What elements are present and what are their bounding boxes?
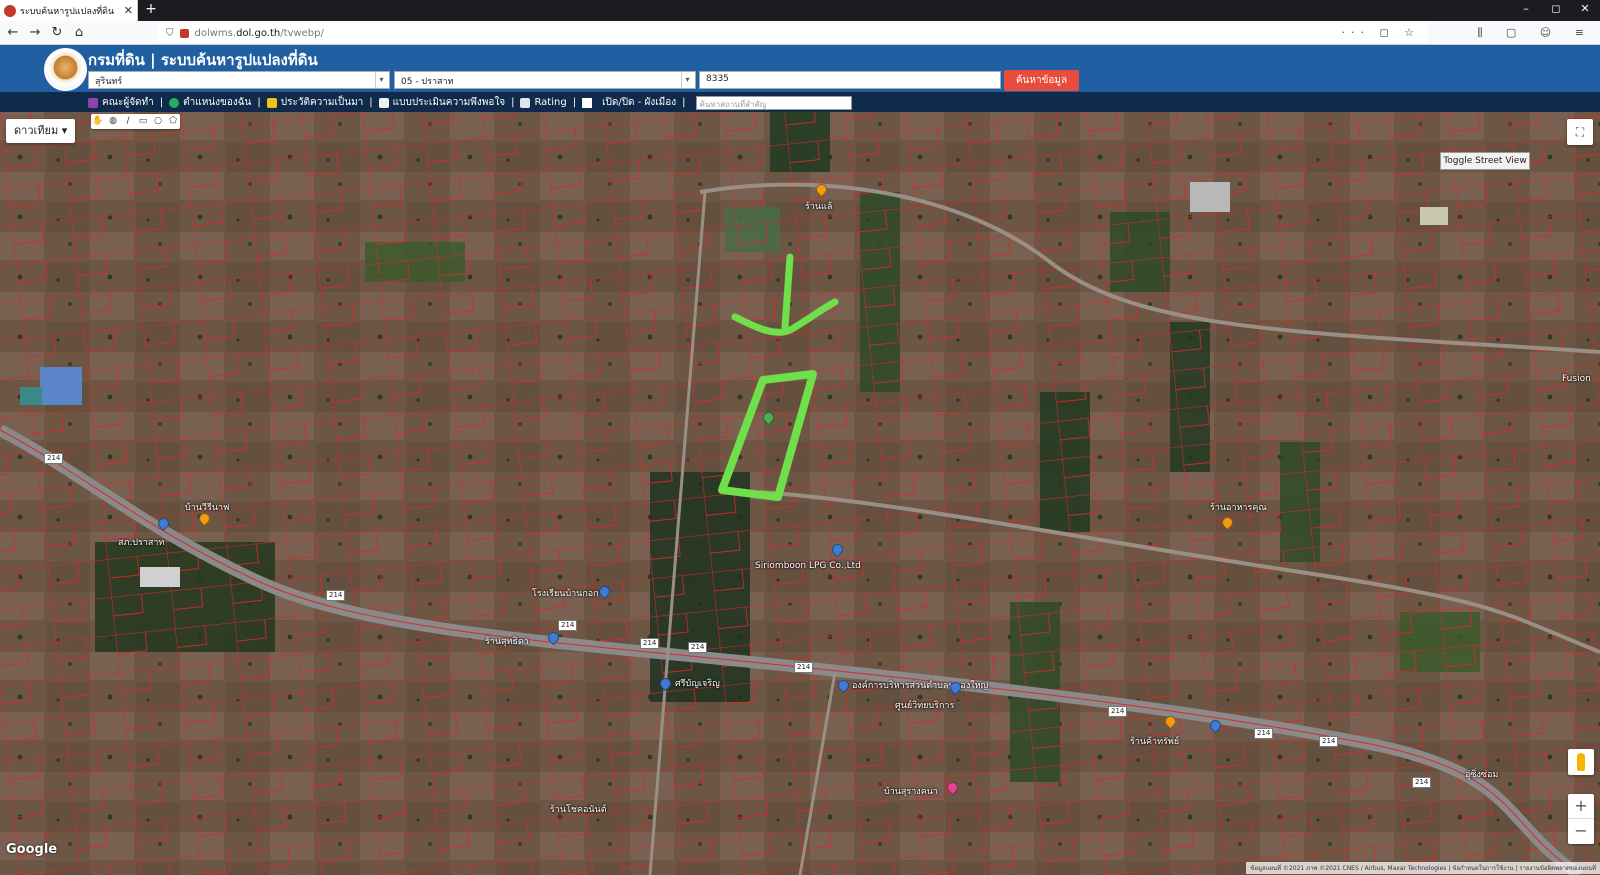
close-window-button[interactable]: ✕ bbox=[1570, 2, 1600, 15]
road-label: 214 bbox=[1412, 777, 1432, 788]
back-arrow-icon[interactable]: ← bbox=[4, 24, 22, 42]
poi-label[interactable]: ร้านอาหารคุณ bbox=[1210, 500, 1267, 514]
address-bar[interactable]: ⛉ dolwms.dol.go.th/tvwebp/ ··· ◻ ☆ bbox=[158, 23, 1428, 43]
poi-label[interactable]: โรงเรียนบ้านกอก bbox=[532, 586, 599, 600]
zoom-in-button[interactable]: + bbox=[1568, 794, 1594, 819]
circle-icon[interactable]: ○ bbox=[151, 114, 165, 129]
form-icon bbox=[378, 97, 389, 108]
reload-icon[interactable]: ↻ bbox=[48, 24, 66, 42]
zoom-out-button[interactable]: − bbox=[1568, 819, 1594, 844]
maximize-button[interactable]: ◻ bbox=[1541, 2, 1571, 15]
menu-item-rating[interactable]: Rating bbox=[520, 97, 567, 108]
polygon-icon[interactable]: ⬠ bbox=[166, 114, 180, 129]
district-select[interactable]: 05 - ปราสาท ▾ bbox=[394, 71, 696, 89]
site-title: กรมที่ดิน | ระบบค้นหารูปแปลงที่ดิน bbox=[88, 51, 318, 69]
insecure-lock-icon[interactable] bbox=[179, 28, 189, 38]
close-tab-icon[interactable]: ✕ bbox=[124, 4, 133, 17]
place-search-input[interactable]: ค้นหาสถานที่สำคัญ bbox=[695, 95, 852, 110]
browser-nav-bar: ← → ↻ ⌂ ⛉ dolwms.dol.go.th/tvwebp/ ··· ◻… bbox=[0, 21, 1600, 45]
road-label: 214 bbox=[640, 638, 660, 649]
map-attribution[interactable]: ข้อมูลแผนที่ ©2021 ภาพ ©2021 CNES / Airb… bbox=[1246, 862, 1600, 874]
satellite-map[interactable]: ดาวเทียม ▾ ✋ ◍ ∕ ▭ ○ ⬠ ⛶ Toggle Street V… bbox=[0, 112, 1600, 875]
site-favicon-icon bbox=[4, 4, 16, 17]
minimize-button[interactable]: – bbox=[1511, 2, 1541, 15]
menu-item-credits[interactable]: คณะผู้จัดทำ bbox=[88, 95, 154, 110]
url-text: dolwms.dol.go.th/tvwebp/ bbox=[194, 27, 324, 39]
road-label: 214 bbox=[558, 620, 578, 631]
tab-title: ระบบค้นหารูปแปลงที่ดิน bbox=[20, 6, 115, 17]
menu-item-survey[interactable]: แบบประเมินความพึงพอใจ bbox=[378, 95, 505, 110]
menu-item-city-plan-toggle[interactable]: เปิด/ปิด - ผังเมือง bbox=[582, 95, 676, 110]
poi-label[interactable]: ร้านสุทธิดา bbox=[485, 634, 529, 648]
fullscreen-icon[interactable]: ⛶ bbox=[1567, 119, 1593, 145]
road-label: 214 bbox=[44, 453, 64, 464]
page-actions[interactable]: ··· ◻ ☆ bbox=[1342, 26, 1420, 39]
road-label: 214 bbox=[1319, 736, 1339, 747]
poi-label[interactable]: ร้านแล้ bbox=[805, 199, 832, 213]
poi-label[interactable]: ร้านค้าทรัพย์ bbox=[1130, 734, 1179, 748]
poi-label[interactable]: ศรีบัญเจริญ bbox=[675, 676, 720, 690]
pegman-icon[interactable] bbox=[1568, 749, 1594, 775]
parcel-number-input[interactable]: 8335 bbox=[699, 71, 1001, 89]
department-logo bbox=[44, 48, 87, 91]
road-label: 214 bbox=[1254, 728, 1274, 739]
road-label: 214 bbox=[1108, 706, 1128, 717]
poi-label[interactable]: บ้านวีรีนาฟ bbox=[185, 500, 229, 514]
browser-tab[interactable]: ระบบค้นหารูปแปลงที่ดิน ✕ bbox=[0, 0, 138, 21]
poi-label[interactable]: อู่ซิ่งซ่อม bbox=[1465, 767, 1498, 781]
google-logo: Google bbox=[6, 842, 58, 857]
people-icon bbox=[88, 97, 98, 108]
new-tab-button[interactable]: + bbox=[143, 1, 159, 17]
drawing-toolbar: ✋ ◍ ∕ ▭ ○ ⬠ bbox=[91, 114, 180, 129]
road-label: 214 bbox=[688, 642, 708, 653]
hand-icon[interactable]: ✋ bbox=[91, 114, 105, 129]
site-header: กรมที่ดิน | ระบบค้นหารูปแปลงที่ดิน สุริน… bbox=[0, 45, 1600, 92]
poi-label[interactable]: Siriomboon LPG Co.,Ltd bbox=[755, 561, 861, 571]
forward-arrow-icon[interactable]: → bbox=[26, 24, 44, 42]
toolbar-icons[interactable]: ⫼ ▢ ☺ ≡ bbox=[1477, 26, 1594, 40]
sprout-icon bbox=[266, 97, 277, 108]
poi-label[interactable]: ศูนย์วิทยบริการ bbox=[895, 698, 954, 712]
shield-icon: ⛉ bbox=[166, 27, 174, 39]
poi-label[interactable]: บ้านสุรางคนา bbox=[884, 784, 938, 798]
poi-label[interactable]: องค์การบริหารส่วนตำบลหนองใหญ่ bbox=[852, 678, 988, 692]
road-label: 214 bbox=[794, 662, 814, 673]
marker-icon[interactable]: ◍ bbox=[106, 114, 120, 129]
poi-label[interactable]: Fusion bbox=[1562, 374, 1591, 384]
browser-tab-strip: ระบบค้นหารูปแปลงที่ดิน ✕ + – ◻ ✕ bbox=[0, 0, 1600, 21]
toggle-street-view-button[interactable]: Toggle Street View bbox=[1440, 152, 1530, 170]
rating-icon bbox=[520, 97, 531, 108]
globe-icon bbox=[169, 97, 180, 108]
map-type-button[interactable]: ดาวเทียม ▾ bbox=[6, 119, 76, 143]
menu-item-history[interactable]: ประวัติความเป็นมา bbox=[266, 95, 363, 110]
search-button[interactable]: ค้นหาข้อมูล bbox=[1004, 70, 1079, 91]
polyline-icon[interactable]: ∕ bbox=[121, 114, 135, 129]
chevron-down-icon: ▾ bbox=[375, 72, 387, 88]
road-label: 214 bbox=[326, 590, 346, 601]
checkbox-icon[interactable] bbox=[582, 97, 593, 108]
poi-label[interactable]: ร้านโชคอนันต์ bbox=[550, 802, 607, 816]
satellite-imagery bbox=[0, 112, 1600, 875]
poi-label[interactable]: สภ.ปราสาท bbox=[118, 535, 164, 549]
home-icon[interactable]: ⌂ bbox=[70, 24, 88, 42]
rectangle-icon[interactable]: ▭ bbox=[136, 114, 150, 129]
zoom-control: + − bbox=[1568, 794, 1594, 844]
menu-bar: คณะผู้จัดทำ | ตำแหน่งของฉัน | ประวัติควา… bbox=[0, 92, 1600, 112]
menu-item-my-location[interactable]: ตำแหน่งของฉัน bbox=[169, 95, 251, 110]
chevron-down-icon: ▾ bbox=[681, 72, 693, 88]
province-select[interactable]: สุรินทร์ ▾ bbox=[88, 71, 390, 89]
